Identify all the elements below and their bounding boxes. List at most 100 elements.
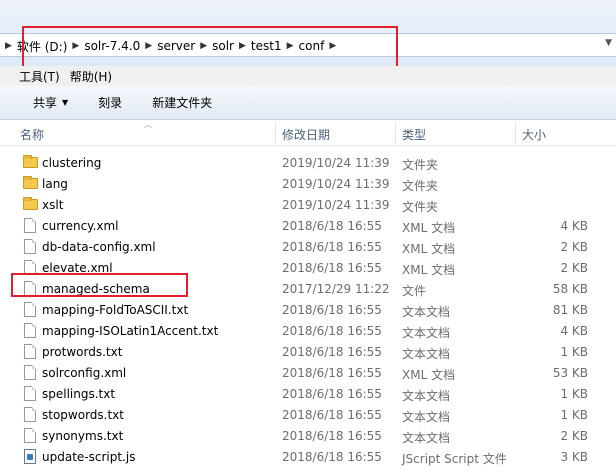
menu-tools[interactable]: 工具(T) bbox=[14, 68, 65, 85]
file-date: 2018/6/18 16:55 bbox=[282, 429, 382, 443]
menu-help[interactable]: 帮助(H) bbox=[65, 68, 117, 85]
file-size: 1 KB bbox=[560, 408, 588, 422]
file-date: 2018/6/18 16:55 bbox=[282, 219, 382, 233]
file-name: clustering bbox=[42, 156, 102, 170]
file-type: 文件夹 bbox=[402, 200, 439, 214]
file-date: 2017/12/29 11:22 bbox=[282, 282, 390, 296]
file-name: synonyms.txt bbox=[42, 429, 124, 443]
chevron-down-icon: ▼ bbox=[62, 98, 69, 107]
file-icon bbox=[24, 428, 36, 443]
file-type: 文本文档 bbox=[402, 305, 451, 319]
file-type: 文本文档 bbox=[402, 389, 451, 403]
file-icon bbox=[24, 323, 36, 338]
file-date: 2019/10/24 11:39 bbox=[282, 156, 390, 170]
folder-icon bbox=[23, 155, 38, 168]
list-item[interactable]: synonyms.txt 2018/6/18 16:55 文本文档 2 KB bbox=[0, 425, 616, 446]
column-name[interactable]: 名称 bbox=[20, 126, 44, 143]
column-header: ︿ 名称 修改日期 类型 大小 bbox=[0, 120, 616, 146]
column-divider[interactable] bbox=[395, 122, 396, 144]
share-label: 共享 bbox=[33, 96, 58, 110]
file-name: mapping-ISOLatin1Accent.txt bbox=[42, 324, 219, 338]
file-name: lang bbox=[42, 177, 68, 191]
column-size[interactable]: 大小 bbox=[522, 126, 546, 143]
folder-icon bbox=[23, 176, 38, 189]
chevron-right-icon: ▶ bbox=[5, 41, 12, 51]
file-size: 1 KB bbox=[560, 387, 588, 401]
file-icon bbox=[24, 407, 36, 422]
list-item[interactable]: spellings.txt 2018/6/18 16:55 文本文档 1 KB bbox=[0, 383, 616, 404]
file-icon bbox=[24, 386, 36, 401]
file-size: 4 KB bbox=[560, 324, 588, 338]
list-item[interactable]: mapping-FoldToASCII.txt 2018/6/18 16:55 文本… bbox=[0, 299, 616, 320]
file-type: 文件夹 bbox=[402, 179, 439, 193]
list-item[interactable]: clustering 2019/10/24 11:39 文件夹 bbox=[0, 152, 616, 173]
file-size: 3 KB bbox=[560, 450, 588, 464]
file-name: currency.xml bbox=[42, 219, 119, 233]
column-date[interactable]: 修改日期 bbox=[282, 126, 330, 143]
file-icon bbox=[24, 344, 36, 359]
file-type: 文本文档 bbox=[402, 410, 451, 424]
new-folder-button[interactable]: 新建文件夹 bbox=[152, 94, 212, 111]
file-size: 58 KB bbox=[552, 282, 588, 296]
file-name: db-data-config.xml bbox=[42, 240, 156, 254]
file-icon bbox=[24, 302, 36, 317]
file-icon bbox=[24, 365, 36, 380]
file-type: XML 文档 bbox=[402, 368, 456, 382]
file-date: 2019/10/24 11:39 bbox=[282, 177, 390, 191]
file-name: solrconfig.xml bbox=[42, 366, 127, 380]
file-name: protwords.txt bbox=[42, 345, 123, 359]
column-divider[interactable] bbox=[515, 122, 516, 144]
file-type: 文件夹 bbox=[402, 158, 439, 172]
share-button[interactable]: 共享 ▼ bbox=[33, 94, 68, 111]
file-date: 2018/6/18 16:55 bbox=[282, 387, 382, 401]
file-size: 2 KB bbox=[560, 429, 588, 443]
script-file-icon bbox=[24, 449, 36, 464]
file-size: 81 KB bbox=[552, 303, 588, 317]
list-item[interactable]: protwords.txt 2018/6/18 16:55 文本文档 1 KB bbox=[0, 341, 616, 362]
file-name: spellings.txt bbox=[42, 387, 116, 401]
file-date: 2018/6/18 16:55 bbox=[282, 408, 382, 422]
list-item[interactable]: xslt 2019/10/24 11:39 文件夹 bbox=[0, 194, 616, 215]
command-toolbar: 共享 ▼ 刻录 新建文件夹 bbox=[0, 86, 616, 120]
file-date: 2019/10/24 11:39 bbox=[282, 198, 390, 212]
list-item[interactable]: stopwords.txt 2018/6/18 16:55 文本文档 1 KB bbox=[0, 404, 616, 425]
file-type: JScript Script 文件 bbox=[402, 452, 507, 466]
file-size: 2 KB bbox=[560, 240, 588, 254]
sort-up-icon: ︿ bbox=[144, 120, 152, 129]
file-date: 2018/6/18 16:55 bbox=[282, 303, 382, 317]
file-icon bbox=[24, 239, 36, 254]
file-size: 4 KB bbox=[560, 219, 588, 233]
file-name: stopwords.txt bbox=[42, 408, 124, 422]
file-type: 文本文档 bbox=[402, 431, 451, 445]
column-type[interactable]: 类型 bbox=[402, 126, 426, 143]
list-item[interactable]: mapping-ISOLatin1Accent.txt 2018/6/18 16:… bbox=[0, 320, 616, 341]
folder-icon bbox=[23, 197, 38, 210]
file-type: XML 文档 bbox=[402, 221, 456, 235]
file-type: 文件 bbox=[402, 284, 427, 298]
menu-bar: 工具(T) 帮助(H) bbox=[0, 66, 616, 86]
file-size: 2 KB bbox=[560, 261, 588, 275]
file-size: 1 KB bbox=[560, 345, 588, 359]
list-item[interactable]: solrconfig.xml 2018/6/18 16:55 XML 文档 53 KB bbox=[0, 362, 616, 383]
file-date: 2018/6/18 16:55 bbox=[282, 450, 382, 464]
list-item[interactable]: update-script.js 2018/6/18 16:55 JScript S… bbox=[0, 446, 616, 467]
file-icon bbox=[24, 218, 36, 233]
file-name: xslt bbox=[42, 198, 64, 212]
file-date: 2018/6/18 16:55 bbox=[282, 240, 382, 254]
list-item[interactable]: currency.xml 2018/6/18 16:55 XML 文档 4 KB bbox=[0, 215, 616, 236]
file-list: clustering 2019/10/24 11:39 文件夹 lang 2019/1… bbox=[0, 152, 616, 467]
chevron-down-icon[interactable]: ▼ bbox=[605, 38, 612, 48]
file-size: 53 KB bbox=[552, 366, 588, 380]
address-highlight-box bbox=[22, 26, 398, 68]
file-highlight-box bbox=[11, 273, 188, 297]
burn-button[interactable]: 刻录 bbox=[98, 94, 122, 111]
file-name: mapping-FoldToASCII.txt bbox=[42, 303, 189, 317]
file-date: 2018/6/18 16:55 bbox=[282, 261, 382, 275]
file-type: 文本文档 bbox=[402, 347, 451, 361]
file-type: 文本文档 bbox=[402, 326, 451, 340]
file-type: XML 文档 bbox=[402, 242, 456, 256]
list-item[interactable]: db-data-config.xml 2018/6/18 16:55 XML 文档 2… bbox=[0, 236, 616, 257]
list-item[interactable]: lang 2019/10/24 11:39 文件夹 bbox=[0, 173, 616, 194]
file-date: 2018/6/18 16:55 bbox=[282, 324, 382, 338]
column-divider[interactable] bbox=[275, 122, 276, 144]
